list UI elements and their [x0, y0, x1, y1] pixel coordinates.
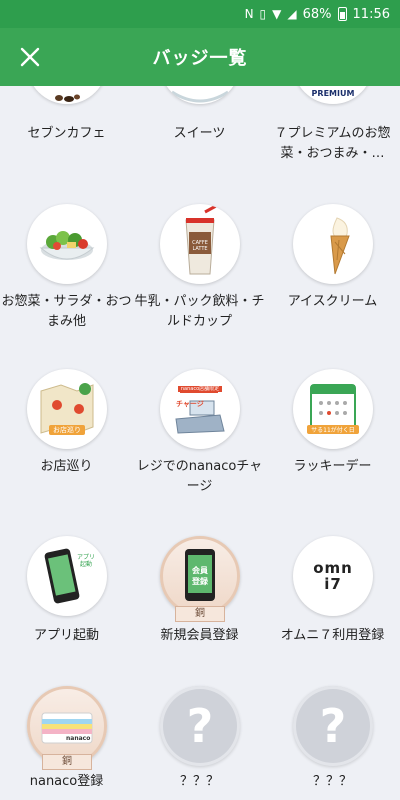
badge-icon-map: お店巡り: [27, 369, 107, 449]
badge-omni7-registration[interactable]: omni7 オムニ７利用登録: [266, 536, 399, 656]
badge-seven-cafe[interactable]: セブンカフェ: [0, 86, 133, 186]
badge-app-launch[interactable]: アプリ起動 アプリ起動: [0, 536, 133, 656]
badge-icon-salad: [27, 204, 107, 284]
charge-text: チャージ: [176, 400, 204, 408]
badge-label: ？？？: [312, 774, 352, 789]
badge-label: アプリ起動: [33, 628, 99, 643]
badge-label: オムニ７利用登録: [280, 628, 385, 643]
badge-label: ？？？: [179, 774, 219, 789]
page-title: バッジ一覧: [152, 48, 248, 69]
badge-icon-cafe-latte: CAFFE LATTE: [160, 204, 240, 284]
signal-icon: ◢: [287, 7, 297, 21]
battery-percent: 68%: [302, 6, 332, 22]
badge-label: アイスクリーム: [287, 294, 378, 309]
close-button[interactable]: [14, 41, 46, 73]
lucky-day-ribbon-text: サる11が付く日: [307, 425, 359, 434]
badge-locked[interactable]: ? ？？？: [266, 686, 399, 800]
toolbar: バッジ一覧: [0, 28, 400, 86]
badge-label: 牛乳・パック飲料・チルドカップ: [134, 294, 265, 329]
status-bar: N ▯ ▼ ◢ 68% 11:56: [0, 0, 400, 28]
nfc-icon: N: [244, 7, 254, 21]
badge-icon-premium: PREMIUM: [293, 86, 373, 104]
badge-sweets[interactable]: スイーツ: [133, 86, 266, 186]
badge-nanaco-charge[interactable]: nanaco店舗限定 チャージ レジでのnanacoチャージ: [133, 369, 266, 499]
clock: 11:56: [352, 6, 390, 22]
badge-ice-cream[interactable]: アイスクリーム: [266, 204, 399, 334]
badge-icon-register: nanaco店舗限定 チャージ: [160, 369, 240, 449]
badge-icon-calendar: サる11が付く日: [293, 369, 373, 449]
badge-icon-coffee: [27, 86, 107, 104]
badge-label: スイーツ: [173, 126, 226, 141]
app-launch-text: アプリ起動: [76, 554, 95, 568]
nanaco-card-text: nanaco: [66, 735, 91, 742]
badge-label: セブンカフェ: [27, 126, 106, 141]
badge-label: レジでのnanacoチャージ: [136, 459, 263, 494]
badge-icon-omni7: omni7: [293, 536, 373, 616]
wifi-icon: ▼: [272, 7, 282, 21]
store-visit-ribbon-text: お店巡り: [49, 425, 85, 435]
badge-icon-sweets: [160, 86, 240, 104]
badge-label: ７プレミアムのお惣菜・おつまみ・…: [274, 126, 391, 161]
vibrate-icon: ▯: [259, 7, 267, 21]
nanaco-store-text: nanaco店舗限定: [178, 386, 222, 392]
cafe-latte-text: CAFFE LATTE: [192, 240, 208, 252]
badge-icon-phone: アプリ起動: [27, 536, 107, 616]
premium-logo-text: PREMIUM: [311, 89, 355, 98]
badge-label: ラッキーデー: [293, 459, 372, 474]
badge-lucky-day[interactable]: サる11が付く日 ラッキーデー: [266, 369, 399, 499]
badge-grid: セブンカフェ スイーツ PREMIUM ７プレミアムのお惣菜・おつまみ・… お惣…: [0, 86, 400, 800]
badge-new-member[interactable]: 会員登録 銅 新規会員登録: [133, 536, 266, 656]
question-mark-icon: ?: [293, 686, 373, 766]
badge-locked[interactable]: ? ？？？: [133, 686, 266, 800]
badge-label: お惣菜・サラダ・おつまみ他: [1, 294, 132, 329]
question-mark-icon: ?: [160, 686, 240, 766]
badge-store-visit[interactable]: お店巡り お店巡り: [0, 369, 133, 499]
rank-ribbon: 銅: [42, 754, 92, 770]
close-icon: [20, 47, 40, 67]
badge-icon-ice-cream: [293, 204, 373, 284]
omni7-logo-text: omni7: [313, 559, 353, 593]
badge-premium-deli[interactable]: PREMIUM ７プレミアムのお惣菜・おつまみ・…: [266, 86, 399, 186]
rank-ribbon: 銅: [175, 606, 225, 622]
battery-icon: [337, 7, 347, 21]
badge-milk-drinks[interactable]: CAFFE LATTE 牛乳・パック飲料・チルドカップ: [133, 204, 266, 334]
badge-nanaco-registration[interactable]: nanaco 銅 nanaco登録: [0, 686, 133, 800]
badge-deli-salad[interactable]: お惣菜・サラダ・おつまみ他: [0, 204, 133, 334]
badge-label: お店巡り: [40, 459, 93, 474]
badge-label: 新規会員登録: [160, 628, 239, 643]
badge-icon-member-phone: 会員登録: [160, 536, 240, 616]
member-registration-text: 会員登録: [192, 566, 208, 586]
badge-label: nanaco登録: [29, 774, 104, 789]
